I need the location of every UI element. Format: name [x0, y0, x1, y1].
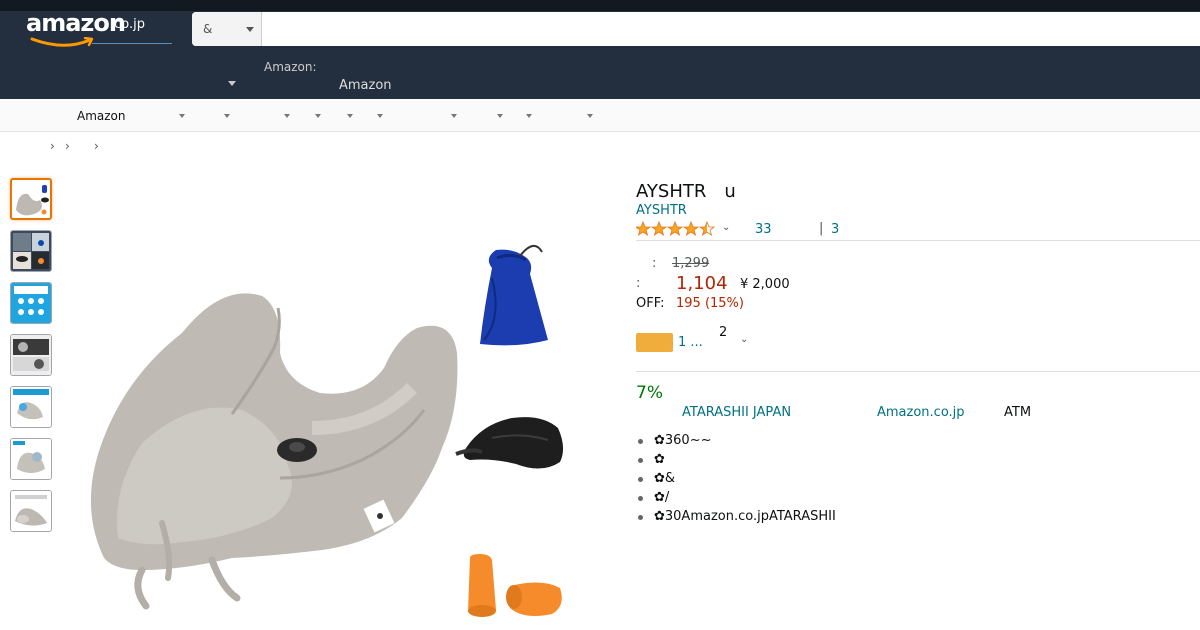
feature-bullet: ✿: [636, 452, 836, 471]
rating-chevron-down-icon[interactable]: ⌄: [722, 222, 730, 233]
thumbnail-7[interactable]: [10, 490, 52, 532]
reference-price: ¥ 2,000: [740, 277, 790, 292]
deliver-chevron-down-icon[interactable]: [228, 81, 236, 86]
thumbnail-5[interactable]: [10, 386, 52, 428]
list-price: 1,299: [672, 256, 710, 271]
discount-value: 195 (15%): [676, 296, 744, 311]
points-percentage: 7%: [636, 383, 663, 403]
category-subnav: Amazon: [0, 99, 1200, 132]
brand-link[interactable]: AYSHTR: [636, 203, 687, 218]
thumbnail-4[interactable]: [10, 334, 52, 376]
feature-bullets: ✿360~~ ✿ ✿& ✿/ ✿30Amazon.co.jpATARASHII: [636, 433, 836, 528]
detail-photo-thumb-icon: [11, 335, 51, 375]
usage-photo-thumb-icon: [11, 231, 51, 271]
breadcrumb-separator: ›: [50, 139, 55, 153]
search-input[interactable]: [263, 12, 1200, 46]
feature-bullet: ✿&: [636, 471, 836, 490]
logo-smile-icon: [30, 37, 94, 47]
subnav-chevron-down-icon[interactable]: [179, 114, 185, 118]
logo-tld: .co.jp: [110, 17, 146, 32]
current-price: 1,104: [676, 273, 728, 294]
rating-count-link[interactable]: 33: [755, 222, 772, 237]
discount-label: OFF:: [636, 296, 665, 311]
thumbnail-1[interactable]: [10, 178, 52, 220]
star-rating-icon[interactable]: [636, 221, 716, 237]
feature-bullet: ✿30Amazon.co.jpATARASHII: [636, 509, 836, 528]
closeup-thumb-icon: [11, 491, 51, 531]
subnav-chevron-down-icon[interactable]: [377, 114, 383, 118]
subnav-chevron-down-icon[interactable]: [315, 114, 321, 118]
thumbnail-2[interactable]: [10, 230, 52, 272]
search-bar: &: [192, 12, 1200, 46]
subnav-chevron-down-icon[interactable]: [224, 114, 230, 118]
feature-bullet: ✿360~~: [636, 433, 836, 452]
subnav-chevron-down-icon[interactable]: [451, 114, 457, 118]
product-title: AYSHTR u: [636, 181, 736, 202]
subnav-chevron-down-icon[interactable]: [347, 114, 353, 118]
divider: [636, 240, 1200, 241]
thumbnail-6[interactable]: [10, 438, 52, 480]
amazon-logo[interactable]: amazon .co.jp: [26, 9, 172, 47]
thumbnail-3[interactable]: [10, 282, 52, 324]
feature-bullet: ✿/: [636, 490, 836, 509]
chevron-down-icon: [246, 27, 254, 32]
subnav-chevron-down-icon[interactable]: [497, 114, 503, 118]
neck-pillow-set-thumb-icon: [12, 180, 50, 218]
divider: [636, 371, 1200, 372]
offer-count: 2: [719, 325, 728, 340]
answered-questions-link[interactable]: 3: [831, 222, 839, 237]
offer-badge: [636, 333, 673, 352]
offer-link[interactable]: 1 ...: [678, 335, 703, 350]
features-infographic-thumb-icon: [11, 283, 51, 323]
price-label: :: [636, 276, 641, 291]
inflate-guide-thumb-icon: [11, 387, 51, 427]
nav-top-strip: [0, 0, 1200, 11]
offer-chevron-down-icon[interactable]: ⌄: [740, 334, 748, 345]
subnav-chevron-down-icon[interactable]: [587, 114, 593, 118]
rating-separator: |: [819, 221, 824, 236]
list-price-label: :: [652, 256, 657, 271]
top-navigation: amazon .co.jp & Amazon: Amazon: [0, 0, 1200, 99]
subnav-chevron-down-icon[interactable]: [284, 114, 290, 118]
deliver-to-label[interactable]: Amazon:: [264, 60, 317, 74]
shipper-link[interactable]: Amazon.co.jp: [877, 405, 965, 420]
seller-link[interactable]: ATARASHII JAPAN: [682, 405, 791, 420]
breadcrumb-separator: ›: [94, 139, 99, 153]
search-category-label: &: [203, 22, 213, 36]
breadcrumb-separator: ›: [65, 139, 70, 153]
subnav-chevron-down-icon[interactable]: [526, 114, 532, 118]
search-category-dropdown[interactable]: &: [192, 12, 262, 46]
deliver-to-location[interactable]: Amazon: [339, 78, 392, 93]
subnav-item-amazon[interactable]: Amazon: [77, 109, 126, 123]
main-product-image[interactable]: [72, 178, 592, 630]
size-guide-thumb-icon: [11, 439, 51, 479]
payment-method: ATM: [1004, 405, 1032, 420]
logo-underline: [92, 43, 172, 44]
